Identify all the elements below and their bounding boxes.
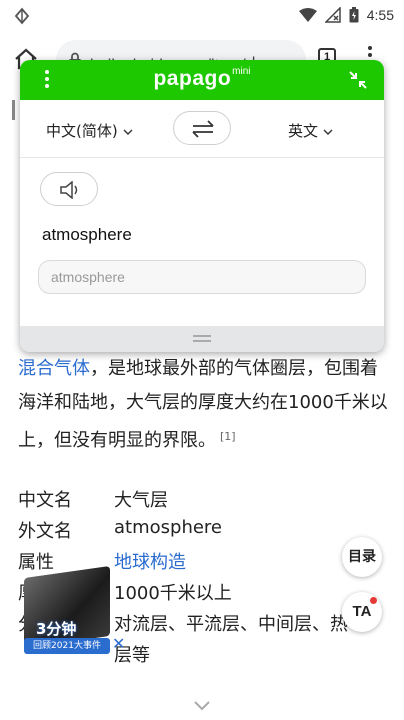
papago-logo-text: papago <box>153 67 232 90</box>
promo-title: 3分钟 <box>36 620 77 638</box>
papago-resize-bar[interactable] <box>20 326 384 352</box>
infobox-row: 外文名 atmosphere <box>18 517 388 548</box>
table-of-contents-button[interactable]: 目录 <box>342 537 382 577</box>
chevron-down-icon <box>323 129 333 135</box>
infobox-value: atmosphere <box>114 517 222 538</box>
swap-languages-button[interactable] <box>173 111 231 145</box>
status-bar: 4:55 <box>0 0 404 30</box>
listen-button[interactable] <box>40 172 98 206</box>
translation-result-text: atmosphere <box>51 269 125 285</box>
promo-thumbnail[interactable]: 3分钟 回顾2021大事件 <box>24 565 110 656</box>
source-language-label: 中文(简体) <box>46 122 118 140</box>
infobox-value: 对流层、平流层、中间层、热 <box>114 614 348 635</box>
chevron-down-icon <box>123 129 132 135</box>
infobox-value: 1000千米以上 <box>114 583 232 604</box>
promo-close-button[interactable]: ✕ <box>112 634 125 653</box>
speaker-icon <box>60 181 78 199</box>
swap-icon <box>192 120 214 138</box>
target-language-dropdown[interactable]: 英文 <box>288 120 333 141</box>
app-notification-icon <box>14 7 30 25</box>
wifi-icon <box>298 8 317 22</box>
papago-logo-sup: mini <box>232 66 251 77</box>
papago-logo: papagomini <box>20 66 384 91</box>
promo-subtitle: 回顾2021大事件 <box>24 638 110 654</box>
target-language-label: 英文 <box>288 122 319 140</box>
infobox-key: 外文名 <box>18 521 72 542</box>
notification-dot <box>370 597 377 604</box>
language-selector-row: 中文(简体) 英文 <box>20 100 384 158</box>
battery-icon <box>349 7 359 23</box>
status-icons: 4:55 <box>298 4 394 26</box>
translate-label: TA <box>352 603 372 620</box>
chevron-down-icon[interactable] <box>192 700 212 712</box>
papago-translator-window: papagomini 中文(简体) 英文 atmosphere atmosphe <box>20 60 384 352</box>
infobox-value: 大气层 <box>114 490 168 511</box>
no-signal-icon <box>324 7 341 23</box>
article-paragraph: 混合气体，是地球最外部的气体圈层，包围着海洋和陆地，大气层的厚度大约在1000千… <box>18 352 388 458</box>
source-text[interactable]: atmosphere <box>42 225 132 245</box>
papago-header: papagomini <box>20 60 384 100</box>
status-time: 4:55 <box>366 7 394 23</box>
page-edge-mark <box>12 100 15 120</box>
source-language-dropdown[interactable]: 中文(简体) <box>46 120 133 141</box>
drag-handle-icon[interactable] <box>193 335 211 343</box>
citation-link[interactable]: [1] <box>220 430 236 443</box>
article-link[interactable]: 混合气体 <box>18 358 90 379</box>
infobox-value-link[interactable]: 地球构造 <box>114 548 354 574</box>
infobox-key: 中文名 <box>18 490 72 511</box>
collapse-icon[interactable] <box>348 70 368 90</box>
translate-button[interactable]: TA <box>342 592 382 632</box>
infobox-row: 中文名 大气层 <box>18 486 388 517</box>
translation-result-box[interactable]: atmosphere <box>38 260 366 294</box>
